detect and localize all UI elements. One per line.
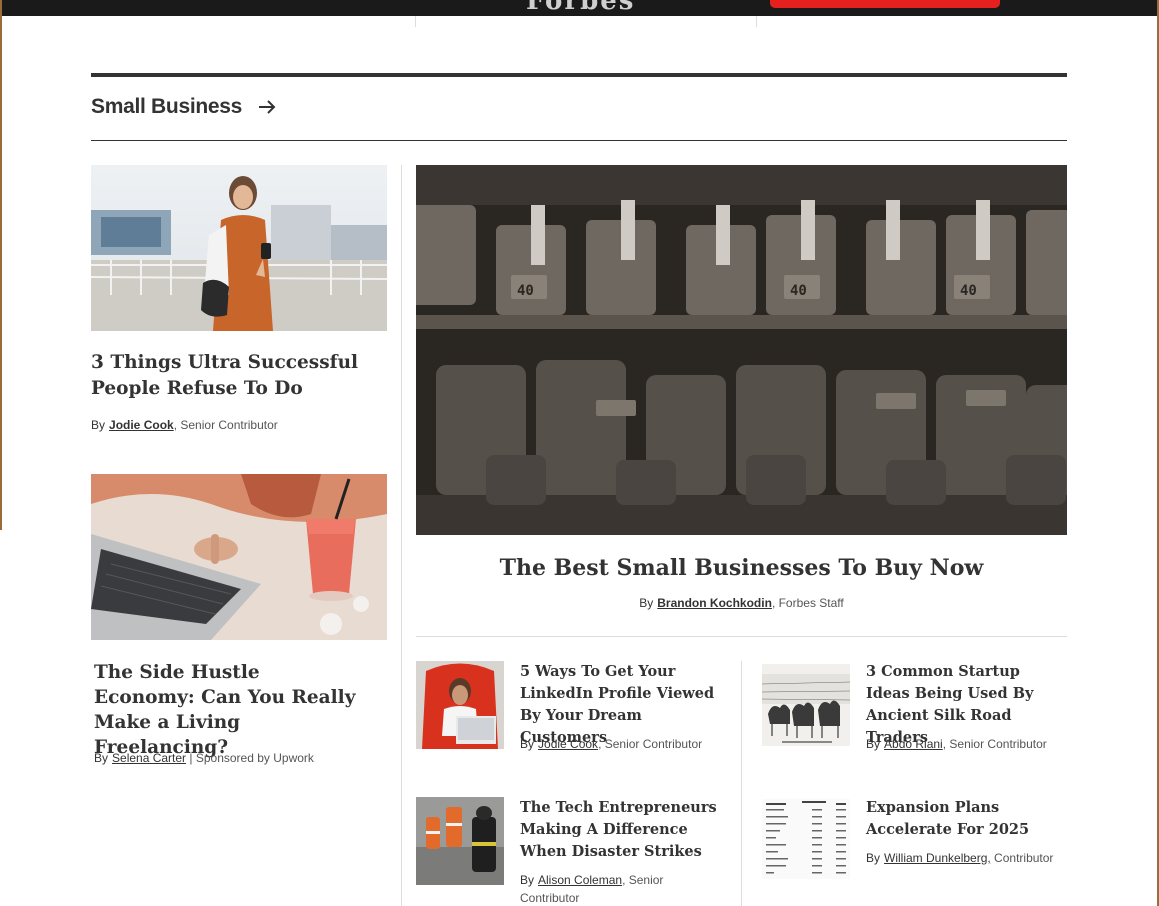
author-role: , Senior Contributor <box>598 737 703 751</box>
article-thumbnail-man-laptop[interactable] <box>416 661 504 749</box>
byline-prefix: By <box>639 596 654 610</box>
author-role: Contributor <box>990 851 1054 865</box>
author-link[interactable]: Brandon Kochkodin <box>657 596 772 610</box>
article-byline: By Abdo Riani, Senior Contributor <box>866 737 1047 751</box>
dumbbell-label: 40 <box>517 283 534 299</box>
article-thumbnail-data-table[interactable] <box>762 799 850 879</box>
arrow-right-icon <box>259 100 276 114</box>
section-title: Small Business <box>91 95 243 118</box>
nav-divider <box>415 16 416 27</box>
article-image-laptop-drink[interactable] <box>91 474 387 640</box>
author-role-continued: Contributor <box>520 891 580 905</box>
article-byline: By Jodie Cook, Senior Contributor <box>91 418 278 432</box>
feature-byline: By Brandon Kochkodin, Forbes Staff <box>416 596 1067 610</box>
author-link[interactable]: Jodie Cook <box>538 737 598 751</box>
article-byline: By Alison Coleman, Senior <box>520 873 663 887</box>
article-image-woman-phone[interactable] <box>91 165 387 331</box>
section-title-link[interactable]: Small Business <box>91 95 276 119</box>
article-thumbnail-camel-caravan[interactable] <box>762 664 850 746</box>
dumbbell-label: 40 <box>790 283 807 299</box>
section-bottom-rule <box>91 140 1067 141</box>
forbes-logo[interactable]: Forbes <box>526 0 635 16</box>
article-byline: By William Dunkelberg, Contributor <box>866 851 1053 865</box>
subscribe-button[interactable] <box>770 0 1000 8</box>
page-edge-border <box>0 0 2 530</box>
byline-prefix: By <box>520 873 535 887</box>
author-role: , Senior <box>622 873 664 887</box>
byline-prefix: By <box>94 751 109 765</box>
author-role: , Forbes Staff <box>771 596 844 610</box>
byline-prefix: By <box>520 737 535 751</box>
article-headline[interactable]: The Tech Entrepreneurs Making A Differen… <box>520 797 720 863</box>
byline-prefix: By <box>91 418 106 432</box>
feature-divider <box>416 636 1067 637</box>
article-headline[interactable]: The Side Hustle Economy: Can You Really … <box>94 660 356 760</box>
article-headline[interactable]: 5 Ways To Get Your LinkedIn Profile View… <box>520 661 720 749</box>
grid-column-divider <box>741 661 742 906</box>
article-headline[interactable]: Expansion Plans Accelerate For 2025 <box>866 797 1066 841</box>
author-link[interactable]: Selena Carter <box>112 751 186 765</box>
section-top-rule <box>91 73 1067 77</box>
feature-image-dumbbells[interactable]: 40 40 40 <box>416 165 1067 535</box>
article-thumbnail-firefighters[interactable] <box>416 797 504 885</box>
sponsor-label: | Sponsored by Upwork <box>186 751 314 765</box>
author-link[interactable]: William Dunkelberg, <box>884 851 991 865</box>
feature-headline[interactable]: The Best Small Businesses To Buy Now <box>416 553 1067 583</box>
column-divider <box>401 165 402 906</box>
author-link[interactable]: Alison Coleman <box>538 873 622 887</box>
top-navigation-bar: Forbes <box>0 0 1159 16</box>
dumbbell-label: 40 <box>960 283 977 299</box>
author-role: , Senior Contributor <box>942 737 1047 751</box>
article-byline: By Selena Carter | Sponsored by Upwork <box>94 751 314 765</box>
article-headline[interactable]: 3 Things Ultra Successful People Refuse … <box>91 350 387 402</box>
article-byline: By Jodie Cook, Senior Contributor <box>520 737 702 751</box>
author-role: , Senior Contributor <box>173 418 278 432</box>
nav-divider <box>756 16 757 27</box>
article-headline[interactable]: 3 Common Startup Ideas Being Used By Anc… <box>866 661 1066 749</box>
byline-prefix: By <box>866 851 881 865</box>
author-link[interactable]: Jodie Cook <box>109 418 174 432</box>
byline-prefix: By <box>866 737 881 751</box>
author-link[interactable]: Abdo Riani <box>884 737 943 751</box>
